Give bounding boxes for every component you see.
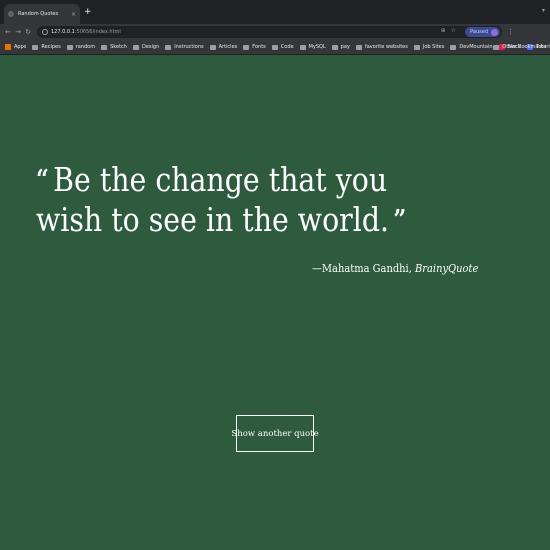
profile-status-label: Paused bbox=[470, 29, 488, 35]
quote-block: “Be the change that you wish to see in t… bbox=[36, 160, 432, 240]
apps-grid-icon bbox=[5, 44, 11, 50]
bookmark-item[interactable]: Apps bbox=[5, 44, 26, 50]
quote-source: BrainyQuote bbox=[414, 262, 479, 275]
tab-title: Random Quotes bbox=[18, 11, 59, 17]
quote-attribution: —Mahatma Gandhi, BrainyQuote bbox=[312, 262, 478, 275]
folder-icon bbox=[299, 44, 306, 50]
bookmark-label: Recipes bbox=[41, 44, 61, 50]
bookmark-item[interactable]: MySQL bbox=[299, 44, 326, 50]
bookmark-star-icon[interactable]: ☆ bbox=[451, 27, 456, 34]
folder-icon bbox=[209, 44, 216, 50]
bookmark-label: Fonts bbox=[252, 44, 266, 50]
tab-close-icon[interactable]: × bbox=[71, 11, 76, 18]
bookmark-item[interactable]: favorite websites bbox=[355, 44, 408, 50]
url-host: 127.0.0.1 bbox=[51, 29, 75, 35]
bookmarks-bar: Apps Recipes random Sketch Design Instruction… bbox=[0, 40, 550, 55]
open-quote-mark: “ bbox=[36, 165, 49, 195]
folder-icon bbox=[101, 44, 108, 50]
bookmark-label: Articles bbox=[218, 44, 238, 50]
folder-icon bbox=[165, 44, 172, 50]
bookmark-label: Job Sites bbox=[422, 44, 445, 50]
forward-button[interactable]: → bbox=[13, 28, 23, 36]
bookmark-item[interactable]: random bbox=[66, 44, 96, 50]
bookmark-item[interactable]: DevMountain bbox=[450, 44, 493, 50]
folder-icon bbox=[132, 44, 139, 50]
quote-author: —Mahatma Gandhi, bbox=[312, 262, 415, 275]
reload-button[interactable]: ↻ bbox=[23, 28, 33, 36]
folder-icon bbox=[271, 44, 278, 50]
bookmark-item[interactable]: Code bbox=[271, 44, 294, 50]
browser-tab[interactable]: Random Quotes × bbox=[4, 4, 80, 24]
quote-page: “Be the change that you wish to see in t… bbox=[0, 56, 550, 550]
address-bar[interactable]: 127.0.0.1 :50656/index.html ⊕ ☆ Paused bbox=[37, 26, 502, 38]
browser-tab-strip: Random Quotes × + ▾ bbox=[0, 0, 550, 24]
bookmark-item[interactable]: pay bbox=[331, 44, 350, 50]
bookmark-item[interactable]: Fonts bbox=[243, 44, 266, 50]
bookmark-label: Apps bbox=[14, 44, 27, 50]
other-bookmarks-label: Other Bookmarks bbox=[502, 44, 546, 50]
bookmark-item[interactable]: Job Sites bbox=[413, 44, 445, 50]
close-quote-mark: ” bbox=[393, 205, 407, 235]
bookmark-label: DevMountain bbox=[459, 44, 493, 50]
folder-icon bbox=[331, 44, 338, 50]
folder-icon bbox=[32, 44, 39, 50]
show-another-quote-button[interactable]: Show another quote bbox=[231, 415, 319, 452]
bookmark-item[interactable]: Articles bbox=[209, 44, 238, 50]
other-bookmarks-folder[interactable]: Other Bookmarks bbox=[493, 44, 546, 50]
folder-icon bbox=[355, 44, 362, 50]
folder-icon bbox=[493, 44, 500, 50]
browser-menu-icon[interactable]: ⋮ bbox=[507, 28, 514, 36]
bookmark-label: Sketch bbox=[110, 44, 127, 50]
avatar bbox=[491, 28, 498, 36]
bookmark-label: pay bbox=[340, 44, 350, 50]
bookmark-label: MySQL bbox=[308, 44, 326, 50]
bookmark-label: favorite websites bbox=[364, 44, 408, 50]
url-path: :50656/index.html bbox=[74, 29, 121, 35]
address-bar-actions: ⊕ ☆ bbox=[441, 27, 456, 34]
browser-toolbar: ← → ↻ 127.0.0.1 :50656/index.html ⊕ ☆ Pa… bbox=[0, 24, 550, 40]
bookmark-label: Design bbox=[141, 44, 160, 50]
back-button[interactable]: ← bbox=[3, 28, 13, 36]
folder-icon bbox=[66, 44, 73, 50]
zoom-icon[interactable]: ⊕ bbox=[441, 27, 446, 34]
folder-icon bbox=[450, 44, 457, 50]
bookmark-label: Instructions bbox=[174, 44, 204, 50]
bookmark-label: Code bbox=[280, 44, 294, 50]
quote-text: Be the change that you wish to see in th… bbox=[36, 160, 390, 239]
bookmark-item[interactable]: Design bbox=[132, 44, 160, 50]
folder-icon bbox=[243, 44, 250, 50]
folder-icon bbox=[413, 44, 420, 50]
new-tab-button[interactable]: + bbox=[84, 6, 92, 18]
site-info-icon[interactable] bbox=[42, 29, 48, 35]
profile-button[interactable]: Paused bbox=[465, 27, 500, 37]
bookmark-item[interactable]: Instructions bbox=[165, 44, 204, 50]
bookmark-item[interactable]: Sketch bbox=[101, 44, 127, 50]
tab-search-icon[interactable]: ▾ bbox=[542, 7, 545, 14]
bookmark-label: random bbox=[75, 44, 96, 50]
bookmark-item[interactable]: Recipes bbox=[32, 44, 61, 50]
tab-favicon-icon bbox=[8, 11, 14, 17]
